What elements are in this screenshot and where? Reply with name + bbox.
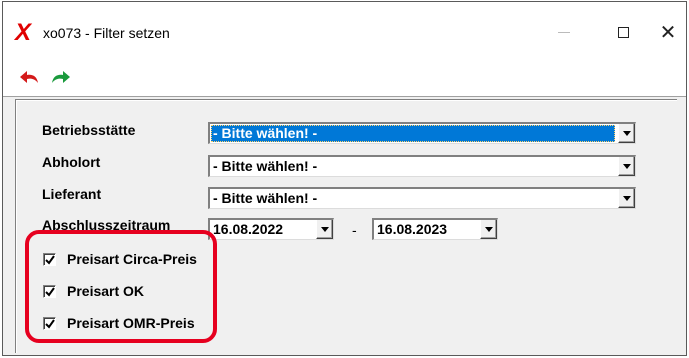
- dropdown-arrow-button[interactable]: [316, 220, 333, 239]
- circa-preis-label: Preisart Circa-Preis: [67, 251, 197, 267]
- checkmark-icon: [44, 254, 55, 265]
- date-to-value: 16.08.2023: [377, 221, 448, 237]
- chevron-down-icon: [320, 226, 329, 232]
- date-from-dropdown[interactable]: 16.08.2022: [208, 218, 334, 240]
- betriebsstaette-value: - Bitte wählen! -: [211, 125, 615, 142]
- maximize-button[interactable]: [600, 17, 646, 47]
- lieferant-value: - Bitte wählen! -: [213, 190, 318, 206]
- undo-icon[interactable]: [18, 66, 42, 88]
- toolbar: [3, 56, 686, 97]
- ok-label: Preisart OK: [67, 283, 145, 299]
- maximize-icon: [617, 26, 629, 38]
- chevron-down-icon: [484, 226, 493, 232]
- date-range-separator: -: [352, 222, 357, 238]
- redo-icon[interactable]: [48, 66, 72, 88]
- dropdown-arrow-button[interactable]: [618, 124, 635, 143]
- dropdown-arrow-button[interactable]: [618, 189, 635, 208]
- ok-checkbox[interactable]: [43, 285, 56, 298]
- app-x-icon: X: [15, 19, 32, 46]
- window-title: xo073 - Filter setzen: [43, 25, 170, 41]
- omr-preis-checkbox[interactable]: [43, 317, 56, 330]
- abholort-value: - Bitte wählen! -: [213, 158, 318, 174]
- betriebsstaette-dropdown[interactable]: - Bitte wählen! -: [208, 122, 636, 144]
- title-bar[interactable]: X xo073 - Filter setzen ✕: [3, 2, 686, 56]
- date-to-dropdown[interactable]: 16.08.2023: [372, 218, 498, 240]
- abholort-dropdown[interactable]: - Bitte wählen! -: [208, 155, 636, 177]
- minimize-icon: [558, 31, 570, 33]
- checkmark-icon: [44, 286, 55, 297]
- abschlusszeitraum-label: Abschlusszeitraum: [42, 217, 171, 233]
- abholort-label: Abholort: [42, 154, 101, 170]
- checkmark-icon: [44, 318, 55, 329]
- date-from-value: 16.08.2022: [213, 221, 284, 237]
- dropdown-arrow-button[interactable]: [480, 220, 497, 239]
- lieferant-dropdown[interactable]: - Bitte wählen! -: [208, 187, 636, 209]
- omr-preis-label: Preisart OMR-Preis: [67, 315, 195, 331]
- chevron-down-icon: [622, 195, 631, 201]
- minimize-button[interactable]: [541, 17, 587, 47]
- chevron-down-icon: [622, 130, 631, 136]
- chevron-down-icon: [622, 163, 631, 169]
- lieferant-label: Lieferant: [42, 186, 102, 202]
- close-icon: ✕: [659, 21, 677, 44]
- close-button[interactable]: ✕: [645, 17, 689, 47]
- circa-preis-checkbox[interactable]: [43, 253, 56, 266]
- betriebsstaette-label: Betriebsstätte: [42, 122, 136, 138]
- dropdown-arrow-button[interactable]: [618, 157, 635, 176]
